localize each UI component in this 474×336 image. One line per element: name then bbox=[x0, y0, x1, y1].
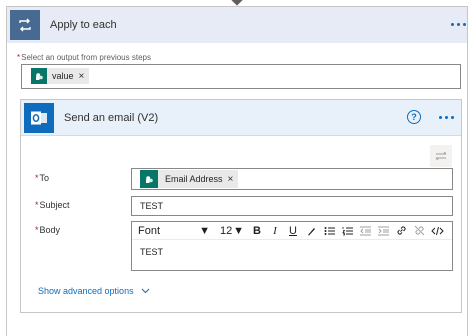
caret-down-icon: ▼ bbox=[199, 224, 210, 237]
outlook-icon bbox=[24, 102, 54, 133]
send-email-title: Send an email (V2) bbox=[64, 111, 159, 124]
subject-value: TEST bbox=[140, 201, 164, 211]
send-email-card: Send an email (V2) ? *To Email Address ×… bbox=[20, 99, 462, 313]
value-token-label: value bbox=[52, 71, 74, 81]
rich-text-toolbar: Font ▼ 12 ▼ B I U bbox=[132, 222, 452, 240]
subject-field[interactable]: TEST bbox=[131, 196, 453, 216]
select-output-label: *Select an output from previous steps bbox=[17, 53, 151, 62]
to-field[interactable]: Email Address × bbox=[131, 168, 453, 190]
numbered-list-icon[interactable] bbox=[338, 223, 356, 239]
apply-to-each-header[interactable]: Apply to each bbox=[7, 7, 467, 43]
more-icon[interactable] bbox=[439, 116, 454, 119]
sharepoint-icon bbox=[31, 68, 47, 84]
more-icon[interactable] bbox=[451, 23, 466, 26]
apply-to-each-card: Apply to each *Select an output from pre… bbox=[6, 6, 468, 336]
font-size-dropdown[interactable]: 12 ▼ bbox=[220, 225, 244, 237]
send-email-header[interactable]: Send an email (V2) ? bbox=[21, 100, 461, 136]
font-size-label: 12 bbox=[220, 224, 233, 237]
link-icon[interactable] bbox=[392, 223, 410, 239]
chevron-down-icon bbox=[141, 286, 150, 296]
bulleted-list-icon[interactable] bbox=[320, 223, 338, 239]
font-dropdown-label: Font bbox=[138, 224, 161, 237]
help-icon[interactable]: ? bbox=[407, 110, 421, 124]
decrease-indent-icon[interactable] bbox=[356, 223, 374, 239]
bold-icon[interactable]: B bbox=[248, 223, 266, 239]
increase-indent-icon[interactable] bbox=[374, 223, 392, 239]
body-label: *Body bbox=[35, 225, 61, 235]
apply-to-each-title: Apply to each bbox=[50, 19, 117, 31]
caret-down-icon: ▼ bbox=[233, 224, 244, 237]
show-advanced-options-label: Show advanced options bbox=[38, 286, 134, 296]
unlink-icon[interactable] bbox=[410, 223, 428, 239]
italic-icon[interactable]: I bbox=[266, 223, 284, 239]
body-value: TEST bbox=[140, 247, 164, 257]
sharepoint-icon bbox=[140, 170, 158, 188]
remove-token-icon[interactable]: × bbox=[74, 71, 90, 82]
font-color-icon[interactable] bbox=[302, 223, 320, 239]
underline-icon[interactable]: U bbox=[284, 223, 302, 239]
select-output-field[interactable]: value × bbox=[21, 64, 461, 89]
swap-icon[interactable] bbox=[430, 145, 452, 167]
show-advanced-options-link[interactable]: Show advanced options bbox=[38, 286, 150, 296]
loop-icon bbox=[10, 10, 40, 40]
body-editor[interactable]: Font ▼ 12 ▼ B I U TEST bbox=[131, 221, 453, 271]
subject-label: *Subject bbox=[35, 200, 70, 210]
email-address-token-label: Email Address bbox=[165, 174, 223, 184]
email-address-token[interactable]: Email Address × bbox=[140, 170, 239, 188]
value-token[interactable]: value × bbox=[31, 68, 90, 84]
code-view-icon[interactable] bbox=[428, 223, 446, 239]
font-dropdown[interactable]: Font ▼ bbox=[138, 225, 210, 237]
remove-token-icon[interactable]: × bbox=[223, 174, 239, 185]
to-label: *To bbox=[35, 173, 50, 183]
connector-diamond bbox=[231, 0, 243, 6]
